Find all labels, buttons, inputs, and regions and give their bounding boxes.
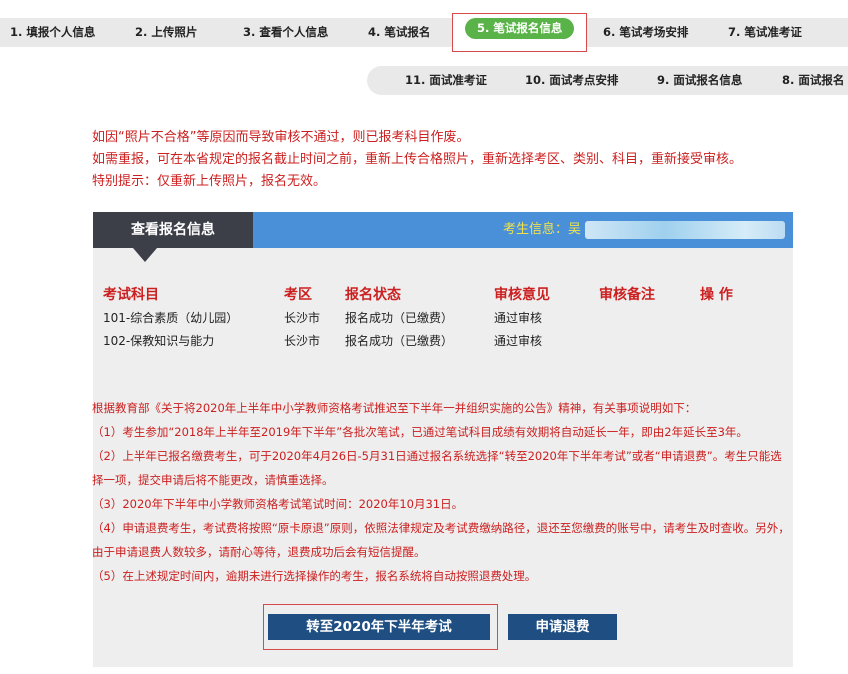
step-interview-registration[interactable]: 8. 面试报名: [782, 66, 844, 95]
table-row: 101-综合素质（幼儿园） 长沙市 报名成功（已缴费） 通过审核: [103, 306, 760, 329]
notice-line: 如需重报，可在本省规定的报名截止时间之前，重新上传合格照片，重新选择考区、类别、…: [92, 152, 743, 167]
table-row: 102-保教知识与能力 长沙市 报名成功（已缴费） 通过审核: [103, 329, 760, 352]
announcement-line: （5）在上述规定时间内，逾期未进行选择操作的考生，报名系统将自动按照退费处理。: [92, 569, 537, 583]
notice-line: 特别提示：仅重新上传照片，报名无效。: [92, 174, 327, 189]
step-fill-personal-info[interactable]: 1. 填报个人信息: [10, 18, 95, 47]
cell-remark: [599, 329, 700, 352]
announcement-line: （3）2020年下半年中小学教师资格考试笔试时间：2020年10月31日。: [92, 497, 464, 511]
transfer-to-second-half-button[interactable]: 转至2020年下半年考试: [268, 614, 490, 640]
masked-candidate-info: [585, 220, 785, 239]
cell-review: 通过审核: [494, 334, 543, 348]
steps-nav-top: 1. 填报个人信息 2. 上传照片 3. 查看个人信息 4. 笔试报名 5. 笔…: [0, 13, 848, 52]
candidate-info-label: 考生信息：: [502, 222, 568, 237]
col-registration-status: 报名状态: [345, 287, 401, 303]
step-interview-venue-arrangement[interactable]: 10. 面试考点安排: [525, 66, 618, 95]
active-step-pill: 5. 笔试报名信息: [465, 18, 575, 39]
step-interview-registration-info[interactable]: 9. 面试报名信息: [657, 66, 742, 95]
cell-subject: 102-保教知识与能力: [103, 334, 215, 348]
notice-line: 如因“照片不合格”等原因而导致审核不通过，则已报考科目作废。: [92, 130, 470, 145]
step-written-exam-registration[interactable]: 4. 笔试报名: [368, 18, 430, 47]
announcement-line: （2）上半年已报名缴费考生，可于2020年4月26日-5月31日通过报名系统选择…: [92, 449, 782, 487]
photo-notice: 如因“照片不合格”等原因而导致审核不通过，则已报考科目作废。 如需重报，可在本省…: [92, 127, 832, 193]
col-subject: 考试科目: [103, 287, 159, 303]
cell-status: 报名成功（已缴费）: [345, 334, 454, 348]
cell-exam-area: 长沙市: [284, 334, 321, 348]
step-view-personal-info[interactable]: 3. 查看个人信息: [243, 18, 328, 47]
cell-subject: 101-综合素质（幼儿园）: [103, 311, 239, 325]
cell-operation: [700, 329, 760, 352]
col-operation: 操 作: [700, 287, 733, 303]
step-interview-admission-ticket[interactable]: 11. 面试准考证: [405, 66, 487, 95]
cell-exam-area: 长沙市: [284, 311, 321, 325]
cell-operation: [700, 306, 760, 329]
announcement-line: （1）考生参加“2018年上半年至2019年下半年”各批次笔试，已通过笔试科目成…: [92, 425, 748, 439]
announcement-line: （4）申请退费考生，考试费将按照“原卡原退”原则，依照法律规定及考试费缴纳路径，…: [92, 521, 790, 559]
col-exam-area: 考区: [284, 287, 312, 303]
view-registration-tab[interactable]: 查看报名信息: [93, 212, 253, 262]
step-written-exam-registration-info[interactable]: 5. 笔试报名信息: [452, 13, 588, 52]
panel-header: 查看报名信息 考生信息：吴: [93, 212, 793, 262]
announcement-line: 根据教育部《关于将2020年上半年中小学教师资格考试推迟至下半年一并组织实施的公…: [92, 401, 697, 415]
table-header-row: 考试科目 考区 报名状态 审核意见 审核备注 操 作: [103, 282, 760, 306]
step-written-exam-room-arrangement[interactable]: 6. 笔试考场安排: [603, 18, 688, 47]
steps-nav-bottom: 11. 面试准考证 10. 面试考点安排 9. 面试报名信息 8. 面试报名: [367, 66, 848, 95]
step-upload-photo[interactable]: 2. 上传照片: [135, 18, 197, 47]
ministry-announcement: 根据教育部《关于将2020年上半年中小学教师资格考试推迟至下半年一并组织实施的公…: [92, 396, 792, 588]
apply-refund-button[interactable]: 申请退费: [508, 614, 617, 640]
candidate-name: 吴: [567, 222, 581, 237]
candidate-info: 考生信息：吴: [503, 220, 785, 240]
registration-table: 考试科目 考区 报名状态 审核意见 审核备注 操 作 101-综合素质（幼儿园）…: [103, 282, 760, 352]
col-review-remark: 审核备注: [599, 287, 655, 303]
step-written-exam-admission-ticket[interactable]: 7. 笔试准考证: [728, 18, 802, 47]
col-review-opinion: 审核意见: [494, 287, 550, 303]
cell-review: 通过审核: [494, 311, 543, 325]
cell-remark: [599, 306, 700, 329]
cell-status: 报名成功（已缴费）: [345, 311, 454, 325]
